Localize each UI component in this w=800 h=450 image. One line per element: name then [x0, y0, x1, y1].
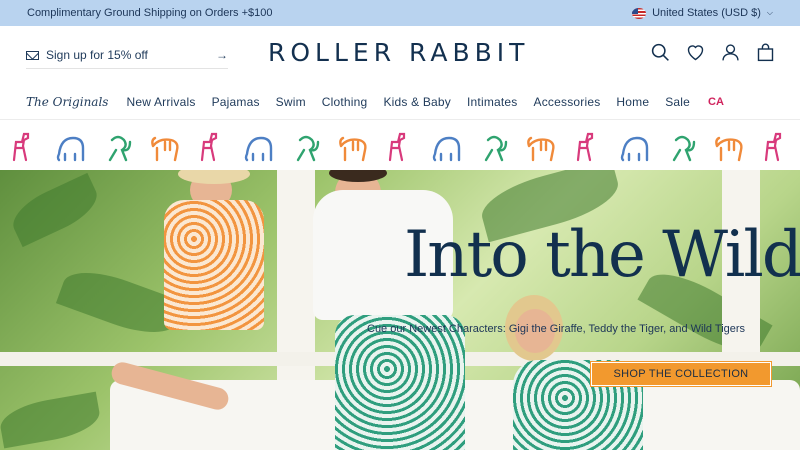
tiger-icon: [339, 136, 367, 162]
nav-item-swim[interactable]: Swim: [276, 95, 306, 109]
giraffe-icon: [12, 132, 30, 162]
nav-item-the-originals[interactable]: The Originals: [26, 95, 108, 109]
country-code-badge[interactable]: CA: [708, 96, 724, 108]
monkey-icon: [672, 135, 696, 162]
site-header: Sign up for 15% off → ROLLER RABBIT: [0, 26, 800, 82]
nav-item-clothing[interactable]: Clothing: [322, 95, 368, 109]
model-woman-orange-pajamas: [109, 170, 280, 450]
region-label: United States (USD $): [652, 7, 761, 19]
nav-item-sale[interactable]: Sale: [665, 95, 690, 109]
monkey-icon: [484, 135, 508, 162]
nav-item-intimates[interactable]: Intimates: [467, 95, 518, 109]
account-icon[interactable]: [720, 42, 741, 63]
hero-title: Into the Wild: [404, 218, 800, 292]
signup-label: Sign up for 15% off: [46, 48, 148, 62]
shipping-promo-text: Complimentary Ground Shipping on Orders …: [27, 7, 273, 19]
nav-item-kids-baby[interactable]: Kids & Baby: [383, 95, 451, 109]
tiger-icon: [527, 136, 555, 162]
email-signup-link[interactable]: Sign up for 15% off →: [26, 42, 228, 69]
chevron-down-icon: ⌵: [766, 8, 773, 17]
hero-subtitle: Cue our Newest Characters: Gigi the Gira…: [367, 323, 746, 335]
tiger-icon: [151, 136, 179, 162]
nav-item-new-arrivals[interactable]: New Arrivals: [126, 95, 195, 109]
header-icons: [650, 42, 776, 63]
announcement-bar: Complimentary Ground Shipping on Orders …: [0, 0, 800, 26]
giraffe-icon: [388, 132, 406, 162]
giraffe-icon: [764, 132, 782, 162]
elephant-icon: [244, 136, 273, 162]
giraffe-icon: [200, 132, 218, 162]
mail-icon: [26, 50, 39, 60]
nav-item-home[interactable]: Home: [616, 95, 649, 109]
shop-collection-button[interactable]: SHOP THE COLLECTION: [591, 362, 771, 386]
site-logo[interactable]: ROLLER RABBIT: [268, 38, 532, 67]
cart-icon[interactable]: [755, 42, 776, 63]
us-flag-icon: [632, 7, 647, 19]
elephant-icon: [432, 136, 461, 162]
tiger-icon: [715, 136, 743, 162]
arrow-right-icon: →: [216, 48, 228, 62]
monkey-icon: [108, 135, 132, 162]
hero-banner[interactable]: Into the Wild Cue our Newest Characters:…: [0, 170, 800, 450]
model-man-green-pajamas: [305, 170, 475, 450]
giraffe-icon: [576, 132, 594, 162]
elephant-icon: [56, 136, 85, 162]
search-icon[interactable]: [650, 42, 671, 63]
region-selector[interactable]: United States (USD $) ⌵: [632, 7, 773, 19]
animal-print-strip: [0, 122, 800, 170]
heart-icon[interactable]: [685, 42, 706, 63]
main-nav: The Originals New Arrivals Pajamas Swim …: [0, 84, 800, 120]
nav-item-accessories[interactable]: Accessories: [534, 95, 601, 109]
nav-item-pajamas[interactable]: Pajamas: [212, 95, 260, 109]
elephant-icon: [620, 136, 649, 162]
monkey-icon: [296, 135, 320, 162]
